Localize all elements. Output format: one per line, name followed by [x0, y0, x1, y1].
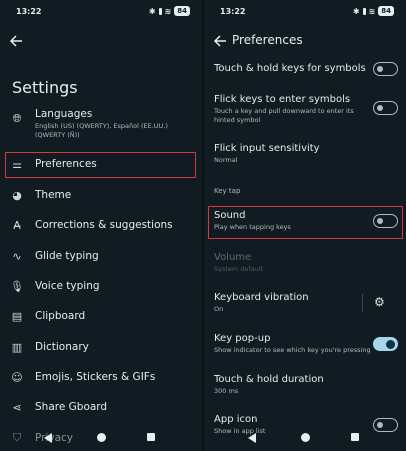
menu-item-clipboard[interactable]: ▤ Clipboard	[0, 303, 202, 331]
preferences-panel: 13:22 ✱ ≋ 84 Preferences Touch & hold ke…	[204, 0, 406, 451]
pref-sub: System default	[214, 265, 264, 273]
touch-hold-symbols-toggle[interactable]	[373, 62, 398, 76]
navigation-bar	[0, 427, 202, 451]
menu-item-label: Voice typing	[35, 280, 100, 292]
back-arrow-icon[interactable]	[9, 34, 23, 48]
pref-title: Touch & hold duration	[214, 374, 324, 385]
menu-item-label: Corrections & suggestions	[35, 219, 173, 231]
glide-typing-icon: ∿	[12, 249, 22, 263]
bluetooth-icon: ✱	[352, 6, 360, 16]
menu-item-label: Share Gboard	[35, 401, 108, 413]
menu-item-emojis[interactable]: ☺ Emojis, Stickers & GIFs	[0, 364, 202, 392]
settings-panel: 13:22 ✱ ≋ 84 Settings 🌐︎ Languages Engli…	[0, 0, 202, 451]
pref-title: Keyboard vibration	[214, 292, 309, 303]
menu-item-label: Theme	[35, 189, 72, 201]
pref-touch-hold-duration[interactable]: Touch & hold duration 300 ms	[214, 373, 399, 396]
status-bar: 13:22 ✱ ≋ 84	[0, 0, 202, 22]
share-icon: ⋖	[12, 400, 22, 414]
menu-item-corrections[interactable]: A̶ Corrections & suggestions	[0, 212, 202, 240]
wifi-icon: ≋	[164, 6, 172, 16]
status-icons: ✱ ≋ 84	[149, 6, 190, 16]
nav-recents-icon[interactable]	[147, 433, 155, 441]
status-time: 13:22	[220, 7, 246, 16]
pref-touch-hold-symbols[interactable]: Touch & hold keys for symbols	[214, 62, 399, 75]
pref-sub: 300 ms	[214, 387, 239, 395]
menu-item-languages[interactable]: 🌐︎ Languages English (US) (QWERTY), Espa…	[0, 106, 202, 146]
menu-item-label: Glide typing	[35, 250, 99, 262]
book-icon: ▥	[11, 340, 23, 354]
highlight-box	[5, 152, 196, 178]
battery-icon: 84	[378, 6, 394, 16]
pref-flick-keys[interactable]: Flick keys to enter symbols Touch a key …	[214, 93, 374, 124]
pref-title: Flick input sensitivity	[214, 143, 320, 154]
menu-item-glide-typing[interactable]: ∿ Glide typing	[0, 243, 202, 271]
wifi-icon: ≋	[368, 6, 376, 16]
menu-item-label: Emojis, Stickers & GIFs	[35, 371, 156, 383]
pref-keyboard-vibration[interactable]: Keyboard vibration On	[214, 291, 354, 314]
nav-recents-icon[interactable]	[351, 433, 359, 441]
menu-item-sub: English (US) (QWERTY), Español (EE.UU.) …	[35, 122, 168, 139]
menu-item-label: Dictionary	[35, 341, 89, 353]
status-bar: 13:22 ✱ ≋ 84	[204, 0, 406, 22]
menu-item-dictionary[interactable]: ▥ Dictionary	[0, 334, 202, 362]
microphone-icon: 🎙︎	[10, 279, 24, 293]
pref-title: Touch & hold keys for symbols	[214, 63, 366, 74]
nav-home-icon[interactable]	[301, 433, 310, 442]
menu-item-theme[interactable]: ◕ Theme	[0, 182, 202, 210]
nav-back-icon[interactable]	[44, 433, 52, 443]
page-title: Settings	[12, 78, 78, 97]
gear-icon[interactable]: ⚙	[374, 295, 385, 309]
text-correction-icon: A̶	[13, 218, 21, 232]
pref-sub: On	[214, 305, 224, 313]
pref-sub: Show indicator to see which key you're p…	[214, 346, 371, 354]
status-icons: ✱ ≋ 84	[353, 6, 394, 16]
nav-home-icon[interactable]	[97, 433, 106, 442]
highlight-box	[208, 206, 403, 239]
palette-icon: ◕	[12, 188, 22, 202]
menu-item-voice-typing[interactable]: 🎙︎ Voice typing	[0, 273, 202, 301]
pref-title: Flick keys to enter symbols	[214, 94, 351, 105]
status-time: 13:22	[16, 7, 42, 16]
section-header-key-tap: Key tap	[214, 187, 241, 195]
pref-sub: Normal	[214, 156, 238, 164]
pref-sub: Touch a key and pull downward to enter i…	[214, 107, 354, 124]
pref-title: App icon	[214, 414, 258, 425]
menu-item-share[interactable]: ⋖ Share Gboard	[0, 394, 202, 422]
back-arrow-icon[interactable]	[213, 34, 227, 48]
bluetooth-icon: ✱	[148, 6, 156, 16]
menu-item-label: Languages	[35, 108, 93, 120]
page-title: Preferences	[232, 33, 303, 47]
signal-icon	[158, 7, 162, 15]
pref-volume: Volume System default	[214, 251, 399, 274]
clipboard-icon: ▤	[11, 309, 23, 323]
pref-key-popup[interactable]: Key pop-up Show indicator to see which k…	[214, 332, 374, 355]
pref-title: Volume	[214, 252, 252, 263]
navigation-bar	[204, 427, 406, 451]
flick-keys-toggle[interactable]	[373, 101, 398, 115]
pref-title: Key pop-up	[214, 333, 271, 344]
emoji-icon: ☺	[11, 370, 23, 384]
globe-icon: 🌐︎	[12, 112, 22, 125]
battery-icon: 84	[174, 6, 190, 16]
signal-icon	[362, 7, 366, 15]
nav-back-icon[interactable]	[248, 433, 256, 443]
vertical-divider	[362, 294, 363, 312]
pref-flick-sensitivity[interactable]: Flick input sensitivity Normal	[214, 142, 399, 165]
key-popup-toggle[interactable]	[373, 337, 398, 351]
menu-item-label: Clipboard	[35, 310, 86, 322]
